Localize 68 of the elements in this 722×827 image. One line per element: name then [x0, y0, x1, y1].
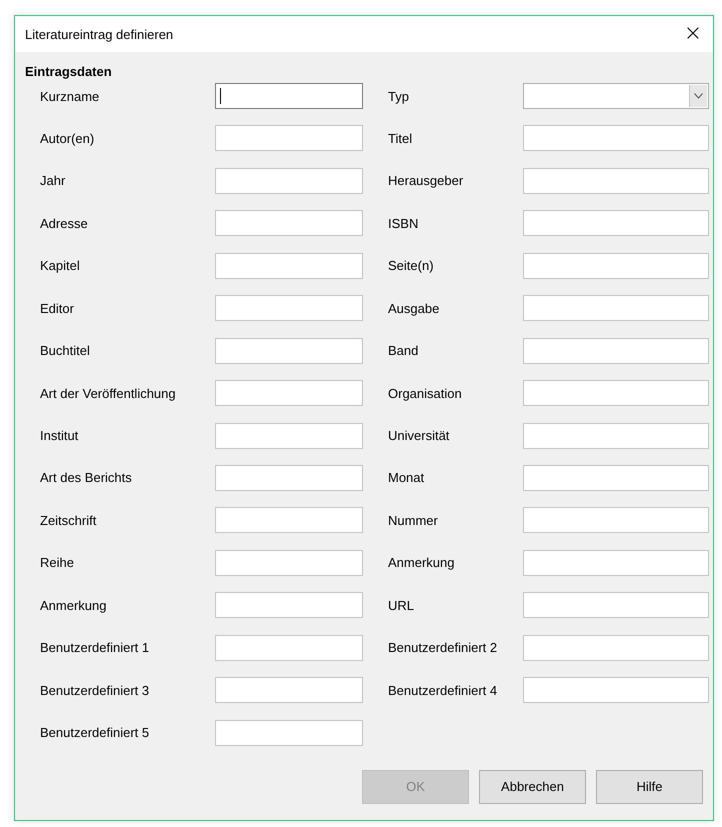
input-field[interactable] [215, 464, 363, 491]
input-field[interactable] [215, 168, 363, 194]
field-label: Nummer [388, 512, 439, 528]
input-field[interactable] [215, 380, 363, 406]
input-field[interactable] [523, 550, 709, 576]
section-heading: Eintragsdaten [25, 64, 113, 79]
input-field[interactable] [523, 507, 709, 534]
dialog-button[interactable]: Abbrechen [479, 770, 586, 804]
input-field[interactable] [523, 634, 709, 661]
field-label: Anmerkung [388, 555, 456, 570]
field-label: Benutzerdefiniert 4 [388, 682, 498, 698]
input-field[interactable] [215, 592, 363, 618]
window-title: Literatureintrag definieren [25, 26, 174, 42]
type-dropdown[interactable] [523, 83, 709, 109]
field-label: Institut [40, 428, 80, 443]
input-field[interactable] [523, 592, 709, 618]
field-label: Art der Veröffentlichung [40, 386, 177, 401]
field-label: Titel [388, 130, 414, 146]
input-field[interactable] [215, 210, 363, 236]
input-field[interactable] [523, 380, 709, 406]
field-label: Band [388, 343, 420, 358]
input-field[interactable] [523, 422, 709, 448]
input-field[interactable] [523, 677, 709, 704]
input-field[interactable] [215, 507, 363, 534]
field-label: Monat [388, 470, 426, 486]
input-field[interactable] [215, 634, 363, 661]
field-label: Ausgabe [388, 300, 440, 316]
field-label: Benutzerdefiniert 1 [40, 640, 150, 656]
input-field[interactable] [215, 295, 363, 322]
input-field[interactable] [523, 338, 709, 364]
input-field[interactable] [523, 168, 709, 194]
dialog-button[interactable]: Hilfe [596, 770, 703, 804]
field-label: URL [388, 598, 416, 613]
close-button[interactable]: × [673, 17, 713, 51]
field-label: Reihe [40, 555, 75, 570]
field-label: Kurzname [40, 88, 100, 104]
field-label: Adresse [40, 216, 89, 231]
input-field[interactable] [215, 677, 363, 704]
field-label: Zeitschrift [40, 512, 98, 528]
field-label: Universität [388, 428, 450, 443]
field-label: Jahr [40, 173, 66, 188]
input-field[interactable] [523, 295, 709, 322]
field-label: Benutzerdefiniert 2 [388, 640, 498, 656]
field-label: Editor [40, 300, 75, 316]
input-field[interactable] [523, 252, 709, 279]
input-field[interactable] [523, 210, 709, 236]
field-label: Autor(en) [40, 130, 96, 146]
input-field[interactable] [215, 125, 363, 152]
text-cursor [220, 88, 221, 104]
field-label: Kapitel [40, 258, 81, 274]
input-field[interactable] [215, 83, 363, 109]
input-field[interactable] [215, 338, 363, 364]
input-field[interactable] [215, 422, 363, 448]
input-field[interactable] [523, 464, 709, 491]
field-label: Organisation [388, 386, 463, 401]
field-label: Benutzerdefiniert 3 [40, 682, 150, 698]
field-label: Anmerkung [40, 598, 108, 613]
input-field[interactable] [215, 720, 363, 746]
input-field[interactable] [523, 125, 709, 152]
field-label: Buchtitel [40, 343, 91, 358]
field-label: Art des Berichts [40, 470, 133, 486]
field-label: Herausgeber [388, 173, 464, 188]
field-label: Typ [388, 88, 410, 104]
field-label: ISBN [388, 216, 420, 231]
input-field[interactable] [215, 252, 363, 279]
field-label: Benutzerdefiniert 5 [40, 725, 150, 740]
input-field[interactable] [215, 550, 363, 576]
field-label: Seite(n) [388, 258, 435, 274]
